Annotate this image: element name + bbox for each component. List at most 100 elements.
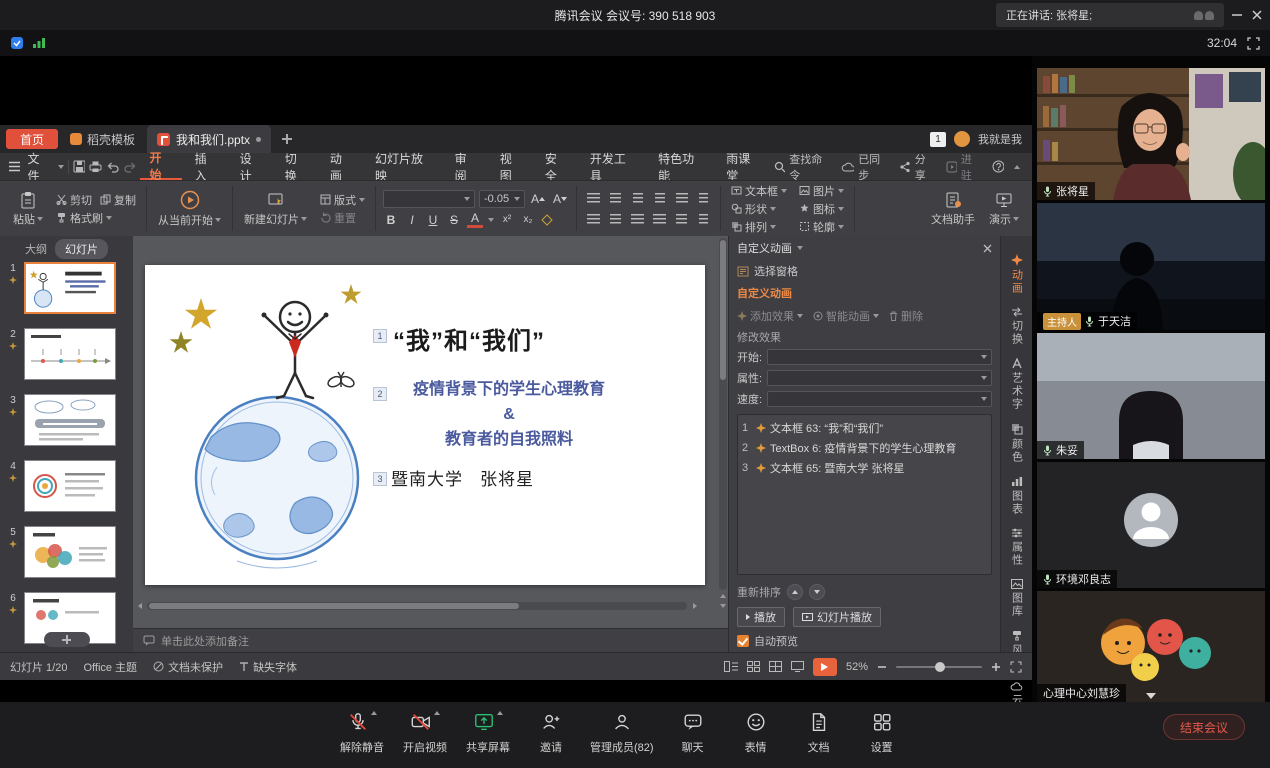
line-spacing-button[interactable] [672, 190, 691, 206]
slide-sorter-icon[interactable] [747, 661, 760, 672]
animation-list-item[interactable]: 3 文本框 65: 暨南大学 张将星 [742, 458, 987, 478]
minimize-icon[interactable] [1230, 8, 1244, 22]
icon-library-button[interactable]: 图标 [796, 201, 847, 217]
menu-tab-rainclass[interactable]: 雨课堂 [717, 153, 770, 180]
enter-button[interactable]: 进驻 [946, 151, 982, 183]
tab-slides[interactable]: 幻灯片 [55, 239, 108, 259]
hamburger-icon[interactable] [8, 161, 21, 172]
present-button[interactable]: 演示 [985, 189, 1023, 229]
start-select[interactable] [767, 349, 992, 365]
share-screen-button[interactable]: 共享屏幕 [464, 711, 512, 755]
bold-button[interactable]: B [383, 212, 399, 228]
start-video-button[interactable]: 开启视频 [401, 711, 449, 755]
menu-tab-features[interactable]: 特色功能 [649, 153, 713, 180]
vertical-scrollbar[interactable] [719, 238, 727, 590]
camera-options-chevron-icon[interactable] [434, 711, 440, 715]
participants-scroll-down[interactable] [1032, 689, 1270, 702]
font-shrink-button[interactable]: A [551, 191, 569, 207]
menu-tab-transition[interactable]: 切换 [276, 153, 317, 180]
arrange-button[interactable]: 排列 [728, 219, 790, 235]
strip-transition[interactable]: 切换 [1009, 307, 1025, 346]
menu-tab-animation[interactable]: 动画 [321, 153, 362, 180]
grid-view-icon[interactable] [769, 661, 782, 672]
textbox-button[interactable]: 文本框 [728, 183, 790, 199]
add-slide-button[interactable] [44, 632, 90, 647]
smart-animation-button[interactable]: 智能动画 [813, 308, 879, 324]
move-up-button[interactable] [787, 584, 803, 600]
panel-close-icon[interactable] [983, 244, 992, 253]
strip-chart[interactable]: 图表 [1009, 476, 1025, 516]
video-tile-5[interactable]: 心理中心刘慧珍 [1037, 591, 1265, 702]
unmute-button[interactable]: 解除静音 [338, 711, 386, 755]
emoji-button[interactable]: 表情 [732, 711, 780, 755]
tab-outline[interactable]: 大纲 [25, 241, 47, 257]
text-direction-button[interactable] [694, 190, 713, 206]
indent-increase-button[interactable] [650, 190, 669, 206]
collapse-ribbon-icon[interactable] [1014, 165, 1020, 169]
close-icon[interactable] [1250, 8, 1264, 22]
scroll-right-button[interactable] [690, 602, 700, 610]
slideshow-button[interactable] [813, 658, 837, 676]
fullscreen-icon[interactable] [1247, 37, 1260, 50]
next-slide-button[interactable] [720, 604, 726, 608]
doc-protection[interactable]: 文档未保护 [153, 659, 223, 675]
animation-list-item[interactable]: 1 文本框 63: “我”和“我们” [742, 418, 987, 438]
new-slide-button[interactable]: 新建幻灯片 [240, 189, 311, 229]
align-center-button[interactable] [606, 211, 625, 227]
layout-button[interactable]: 版式 [317, 192, 368, 208]
scroll-left-button[interactable] [135, 602, 145, 610]
slide-thumbnail[interactable] [24, 262, 116, 314]
slide-author-text[interactable]: 暨南大学 张将星 [391, 465, 534, 490]
slide-thumb-row-2[interactable]: 2 [2, 328, 133, 380]
strip-color[interactable]: 颜色 [1009, 423, 1025, 464]
speed-select[interactable] [767, 391, 992, 407]
underline-button[interactable]: U [425, 212, 441, 228]
align-right-button[interactable] [628, 211, 647, 227]
slide-canvas[interactable]: 1 “我”和“我们” 2 疫情背景下的学生心理教育 & 教育者的自我照料 3 暨… [145, 265, 705, 585]
slide-thumb-row-1[interactable]: 1 [2, 262, 133, 314]
fit-window-icon[interactable] [1010, 661, 1022, 673]
subscript-button[interactable]: x₂ [520, 212, 536, 228]
shapes-button[interactable]: 形状 [728, 201, 790, 217]
file-menu[interactable]: 文件 [25, 153, 54, 180]
outline-button[interactable]: 轮廓 [796, 219, 847, 235]
menu-tab-home[interactable]: 开始 [140, 153, 181, 180]
video-tile-host[interactable]: 主持人 于天洁 [1037, 203, 1265, 330]
strikethrough-button[interactable]: S [446, 212, 462, 228]
format-painter-button[interactable]: 格式刷 [53, 210, 139, 226]
move-down-button[interactable] [809, 584, 825, 600]
font-color-button[interactable]: A [467, 212, 483, 228]
numbered-list-button[interactable] [606, 190, 625, 206]
user-avatar[interactable] [954, 131, 970, 147]
slide-thumbnail[interactable] [24, 460, 116, 512]
chat-button[interactable]: 聊天 [669, 711, 717, 755]
invite-button[interactable]: 邀请 [527, 711, 575, 755]
columns-button[interactable] [694, 211, 713, 227]
slideshow-play-button[interactable]: 幻灯片播放 [793, 607, 881, 627]
paste-button[interactable]: 粘贴 [9, 189, 47, 229]
font-color-chevron-icon[interactable] [488, 218, 494, 222]
animation-list-item[interactable]: 2 TextBox 6: 疫情背景下的学生心理教育 [742, 438, 987, 458]
doc-count-badge[interactable]: 1 [930, 132, 946, 147]
video-tile-4[interactable]: 环境邓良志 [1037, 462, 1265, 588]
slide-thumb-row-3[interactable]: 3 [2, 394, 133, 446]
slide-title-text[interactable]: “我”和“我们” [393, 321, 545, 356]
zoom-out-icon[interactable] [877, 662, 887, 672]
slide-thumbnail[interactable] [24, 394, 116, 446]
slide-subtitle-text[interactable]: 疫情背景下的学生心理教育 & 教育者的自我照料 [391, 378, 627, 452]
horizontal-scrollbar[interactable] [147, 602, 687, 610]
strip-wordart[interactable]: 艺术字 [1009, 358, 1025, 411]
menu-tab-design[interactable]: 设计 [231, 153, 272, 180]
save-icon[interactable] [73, 160, 86, 173]
menu-tab-security[interactable]: 安全 [536, 153, 577, 180]
zoom-slider[interactable] [896, 666, 982, 668]
distribute-button[interactable] [672, 211, 691, 227]
selection-pane-button[interactable]: 选择窗格 [737, 260, 992, 282]
copy-button[interactable]: 复制 [97, 192, 139, 208]
undo-icon[interactable] [106, 161, 119, 173]
superscript-button[interactable]: x² [499, 212, 515, 228]
end-meeting-button[interactable]: 结束会议 [1163, 714, 1245, 740]
help-icon[interactable] [992, 160, 1004, 173]
reading-view-icon[interactable] [791, 661, 804, 672]
sync-status[interactable]: 已同步 [841, 151, 889, 183]
